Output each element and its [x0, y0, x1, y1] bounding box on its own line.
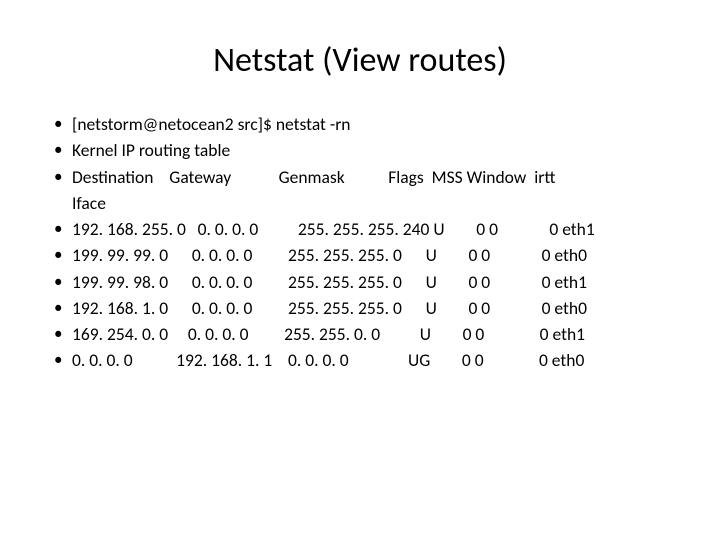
list-item: 192. 168. 255. 0 0. 0. 0. 0 255. 255. 25… — [50, 216, 670, 242]
list-item: Kernel IP routing table — [50, 137, 670, 163]
list-item: [netstorm@netocean2 src]$ netstat -rn — [50, 111, 670, 137]
list-item: 192. 168. 1. 0 0. 0. 0. 0 255. 255. 255.… — [50, 295, 670, 321]
list-item: 169. 254. 0. 0 0. 0. 0. 0 255. 255. 0. 0… — [50, 321, 670, 347]
list-item: 199. 99. 99. 0 0. 0. 0. 0 255. 255. 255.… — [50, 242, 670, 268]
slide: Netstat (View routes) [netstorm@netocean… — [0, 0, 720, 404]
page-title: Netstat (View routes) — [50, 40, 670, 81]
bullet-list: [netstorm@netocean2 src]$ netstat -rn Ke… — [50, 111, 670, 374]
list-item: 199. 99. 98. 0 0. 0. 0. 0 255. 255. 255.… — [50, 269, 670, 295]
list-item: 0. 0. 0. 0 192. 168. 1. 1 0. 0. 0. 0 UG … — [50, 347, 670, 373]
list-item: Destination Gateway Genmask Flags MSS Wi… — [50, 164, 670, 217]
